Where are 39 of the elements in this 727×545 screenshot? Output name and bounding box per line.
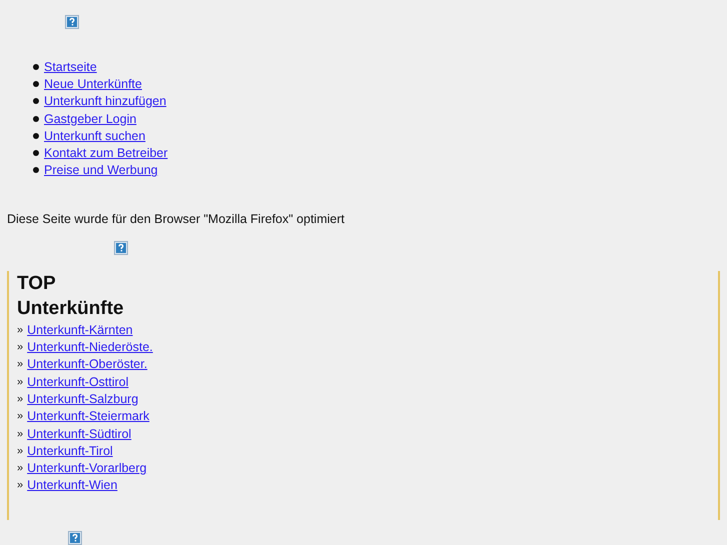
bullet-icon xyxy=(33,116,39,122)
link-marker: » xyxy=(17,462,24,474)
link-marker: » xyxy=(17,392,24,405)
link-marker: » xyxy=(17,410,24,422)
link-marker: » xyxy=(17,428,24,440)
link-marker: » xyxy=(17,324,24,336)
bullet-icon xyxy=(33,132,39,139)
browser-notice: Diese Seite wurde für den Browser "Mozilla Firefox" optimiert xyxy=(7,212,346,226)
region-link[interactable]: Unterkunft-Wien xyxy=(27,478,118,492)
link-marker: » xyxy=(17,376,24,388)
region-link[interactable]: Unterkunft-Kärnten xyxy=(27,322,133,337)
question-icon xyxy=(68,531,82,545)
nav-link[interactable]: Gastgeber Login xyxy=(44,112,136,126)
nav-link[interactable]: Kontakt zum Betreiber xyxy=(44,146,168,160)
region-link[interactable]: Unterkunft-Vorarlberg xyxy=(27,461,147,476)
bullet-icon xyxy=(33,150,39,156)
region-link[interactable]: Unterkunft-Steiermark xyxy=(27,409,150,424)
bullet-icon xyxy=(33,98,39,104)
link-marker: » xyxy=(17,479,24,492)
nav-link[interactable]: Neue Unterkünfte xyxy=(44,76,142,91)
question-icon xyxy=(65,15,79,29)
nav-link[interactable]: Unterkunft suchen xyxy=(44,128,146,143)
region-link[interactable]: Unterkunft-Südtirol xyxy=(27,426,132,440)
region-link[interactable]: Unterkunft-Oberöster. xyxy=(27,357,148,372)
nav-link[interactable]: Startseite xyxy=(44,60,97,74)
sidebar-heading: TOP Unterkünfte xyxy=(17,272,125,322)
link-marker: » xyxy=(17,341,24,354)
nav-link[interactable]: Unterkunft hinzufügen xyxy=(44,94,166,108)
bullet-icon xyxy=(33,64,39,70)
region-link[interactable]: Unterkunft-Salzburg xyxy=(27,392,138,406)
question-icon xyxy=(114,241,128,256)
region-link[interactable]: Unterkunft-Osttirol xyxy=(27,374,129,389)
bullet-icon xyxy=(33,80,39,87)
link-marker: » xyxy=(17,358,24,370)
bullet-icon xyxy=(33,167,39,174)
link-marker: » xyxy=(17,444,24,457)
nav-link[interactable]: Preise und Werbung xyxy=(44,163,158,178)
region-link[interactable]: Unterkunft-Niederöste. xyxy=(27,340,153,354)
region-link[interactable]: Unterkunft-Tirol xyxy=(27,444,113,458)
